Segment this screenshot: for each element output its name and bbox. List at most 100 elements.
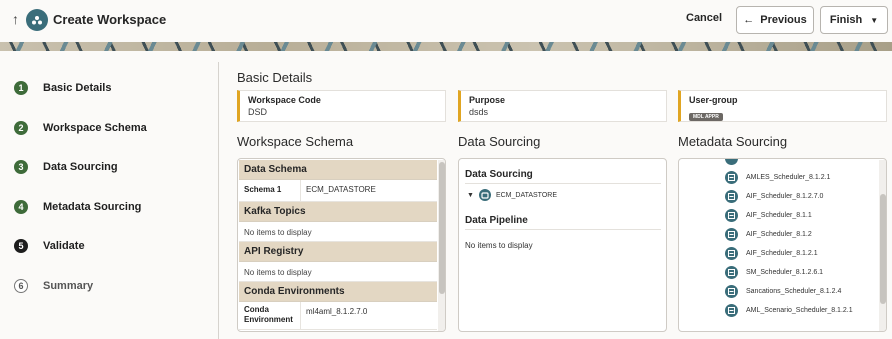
list-item[interactable]: AIF_Scheduler_8.1.2.1 — [725, 247, 818, 260]
workspace-code-label: Workspace Code — [248, 95, 321, 105]
step-label: Basic Details — [43, 82, 112, 94]
cancel-button[interactable]: Cancel — [686, 12, 722, 24]
schema-scrollbar[interactable] — [438, 160, 445, 331]
metadata-icon — [725, 266, 738, 279]
arrow-left-icon: ← — [743, 14, 755, 26]
metadata-scroll-thumb[interactable] — [880, 194, 886, 304]
caret-down-icon[interactable]: ▼ — [467, 192, 474, 199]
purpose-card: Purpose dsds — [458, 90, 667, 122]
workspace-schema-table: Data Schema Schema 1 ECM_DATASTORE Kafka… — [239, 160, 437, 331]
page-header: ↑ Create Workspace Cancel ← Previous Fin… — [0, 0, 892, 40]
table-row: Conda Environment ml4aml_8.1.2.7.0 — [239, 302, 437, 330]
metadata-item-icon — [725, 159, 738, 165]
step-label: Metadata Sourcing — [43, 201, 142, 213]
kafka-empty-message: No items to display — [239, 222, 437, 242]
user-group-label: User-group — [689, 95, 738, 105]
user-group-card: User-group MDL APPR — [678, 90, 887, 122]
list-item[interactable]: AIF_Scheduler_8.1.1 — [725, 209, 812, 222]
metadata-sourcing-title: Metadata Sourcing — [678, 134, 788, 149]
divider — [465, 183, 661, 184]
step-workspace-schema[interactable]: 2 Workspace Schema — [14, 118, 147, 138]
caret-down-icon: ▼ — [870, 15, 879, 25]
page-title: Create Workspace — [53, 12, 167, 27]
conda-value: ml4aml_8.1.2.7.0 — [306, 307, 368, 316]
step-number: 3 — [14, 160, 28, 174]
metadata-icon — [725, 228, 738, 241]
metadata-label: SM_Scheduler_8.1.2.6.1 — [746, 269, 824, 276]
step-number: 1 — [14, 81, 28, 95]
metadata-sourcing-panel: AMLES_Scheduler_8.1.2.1 AIF_Scheduler_8.… — [678, 158, 887, 332]
data-pipeline-title: Data Pipeline — [465, 215, 528, 226]
metadata-icon — [725, 285, 738, 298]
workspace-schema-title: Workspace Schema — [237, 134, 354, 149]
metadata-label: AIF_Scheduler_8.1.2.1 — [746, 250, 818, 257]
workspace-schema-panel: Data Schema Schema 1 ECM_DATASTORE Kafka… — [237, 158, 446, 332]
metadata-list: AMLES_Scheduler_8.1.2.1 AIF_Scheduler_8.… — [679, 159, 877, 331]
kafka-topics-header: Kafka Topics — [239, 202, 437, 222]
step-label: Validate — [43, 240, 85, 252]
up-arrow-icon[interactable]: ↑ — [12, 11, 19, 27]
schema-scroll-thumb[interactable] — [439, 162, 445, 294]
metadata-label: AMLES_Scheduler_8.1.2.1 — [746, 174, 831, 181]
workspace-code-card: Workspace Code DSD — [237, 90, 446, 122]
finish-button[interactable]: Finish ▼ — [820, 6, 888, 34]
list-item[interactable]: AIF_Scheduler_8.1.2.7.0 — [725, 190, 823, 203]
pipeline-empty-message: No items to display — [465, 241, 533, 250]
step-metadata-sourcing[interactable]: 4 Metadata Sourcing — [14, 197, 141, 217]
step-label: Data Sourcing — [43, 161, 118, 173]
wizard-stepper: 1 Basic Details 2 Workspace Schema 3 Dat… — [0, 62, 215, 339]
metadata-label: AIF_Scheduler_8.1.2.7.0 — [746, 193, 824, 200]
metadata-icon — [725, 190, 738, 203]
metadata-scrollbar[interactable] — [879, 160, 886, 331]
data-sourcing-title: Data Sourcing — [458, 134, 541, 149]
list-item[interactable]: Sancations_Scheduler_8.1.2.4 — [725, 285, 841, 298]
list-item[interactable]: AIF_Scheduler_8.1.2 — [725, 228, 812, 241]
metadata-label: AIF_Scheduler_8.1.1 — [746, 212, 812, 219]
datastore-icon — [478, 189, 491, 201]
data-sourcing-panel: Data Sourcing ▼ ECM_DATASTORE Data Pipel… — [458, 158, 667, 332]
metadata-icon — [725, 247, 738, 260]
table-row: Schema 1 ECM_DATASTORE — [239, 180, 437, 202]
api-empty-message: No items to display — [239, 262, 437, 282]
data-sourcing-inner-title: Data Sourcing — [465, 169, 533, 180]
metadata-label: AIF_Scheduler_8.1.2 — [746, 231, 812, 238]
step-number: 5 — [14, 239, 28, 253]
metadata-label: AML_Scenario_Scheduler_8.1.2.1 — [746, 307, 853, 314]
stepper-divider — [218, 62, 219, 339]
list-item[interactable]: AMLES_Scheduler_8.1.2.1 — [725, 171, 830, 184]
metadata-icon — [725, 209, 738, 222]
metadata-label: Sancations_Scheduler_8.1.2.4 — [746, 288, 842, 295]
step-label: Workspace Schema — [43, 122, 147, 134]
previous-button-label: Previous — [760, 14, 807, 26]
list-item[interactable]: AML_Scenario_Scheduler_8.1.2.1 — [725, 304, 853, 317]
api-registry-header: API Registry — [239, 242, 437, 262]
schema-key: Schema 1 — [239, 180, 301, 201]
conda-key: Conda Environment — [239, 302, 301, 329]
data-schema-header: Data Schema — [239, 160, 437, 180]
conda-environments-header: Conda Environments — [239, 282, 437, 302]
metadata-icon — [725, 171, 738, 184]
data-source-label: ECM_DATASTORE — [495, 191, 558, 199]
step-label: Summary — [43, 280, 94, 292]
user-group-badge: MDL APPR — [689, 113, 723, 121]
purpose-value: dsds — [469, 107, 489, 117]
divider — [465, 229, 661, 230]
data-source-node[interactable]: ▼ ECM_DATASTORE — [467, 189, 557, 201]
metadata-icon — [725, 304, 738, 317]
workspace-logo-icon — [26, 9, 48, 31]
finish-button-label: Finish — [829, 14, 863, 26]
step-validate[interactable]: 5 Validate — [14, 236, 85, 256]
purpose-label: Purpose — [469, 95, 506, 105]
workspace-code-value: DSD — [248, 107, 268, 117]
step-data-sourcing[interactable]: 3 Data Sourcing — [14, 157, 118, 177]
previous-button[interactable]: ← Previous — [736, 6, 814, 34]
step-number: 2 — [14, 121, 28, 135]
decorative-banner — [0, 42, 892, 51]
basic-details-title: Basic Details — [237, 70, 313, 85]
step-number: 6 — [14, 279, 28, 293]
list-item[interactable]: SM_Scheduler_8.1.2.6.1 — [725, 266, 823, 279]
step-number: 4 — [14, 200, 28, 214]
step-summary[interactable]: 6 Summary — [14, 276, 93, 296]
schema-value: ECM_DATASTORE — [306, 185, 376, 194]
step-basic-details[interactable]: 1 Basic Details — [14, 78, 111, 98]
